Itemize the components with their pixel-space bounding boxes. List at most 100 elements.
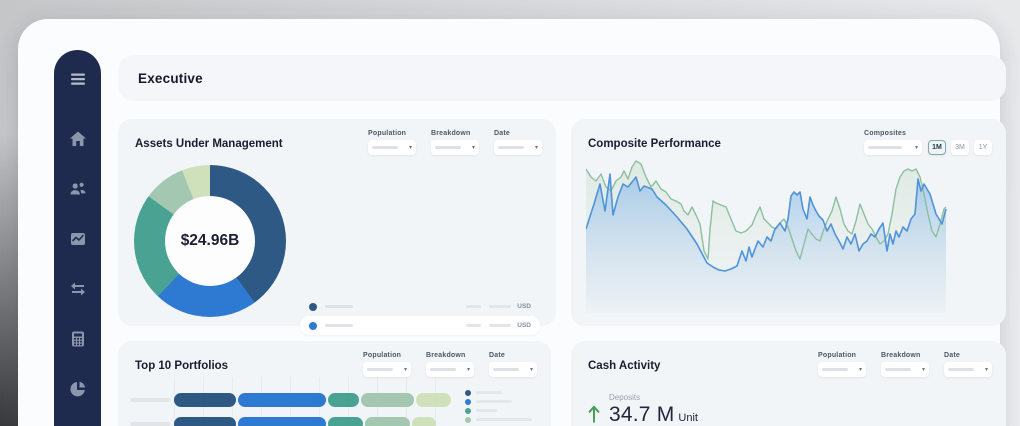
time-range-buttons: 1M 3M 1Y: [928, 140, 992, 155]
card-cash-activity: Cash Activity Population ▾ Breakdown ▾ D…: [571, 341, 1006, 426]
date-select[interactable]: ▾: [494, 140, 542, 155]
value-placeholder: [466, 305, 481, 308]
aum-donut-chart: $24.96B: [134, 165, 286, 317]
row-label-placeholder: [130, 398, 170, 402]
card-title: Cash Activity: [588, 360, 660, 372]
currency-label: USD: [517, 303, 531, 310]
legend-dot: [465, 417, 471, 423]
chevron-down-icon: ▾: [404, 367, 407, 373]
legend-dot: [465, 390, 471, 396]
page-title: Executive: [138, 71, 203, 86]
select-placeholder: [430, 368, 456, 371]
legend-label-placeholder: [476, 418, 532, 421]
select-placeholder: [435, 146, 461, 149]
aum-legend-row[interactable]: USD: [300, 316, 540, 335]
cash-filters: Population ▾ Breakdown ▾ Date ▾: [818, 352, 992, 377]
filter-label: Population: [818, 352, 866, 359]
legend-label-placeholder: [325, 305, 353, 308]
portfolios-legend-item: [465, 408, 532, 413]
transfers-icon[interactable]: [67, 278, 89, 300]
donut-hole: $24.96B: [165, 196, 255, 286]
aum-total-value: $24.96B: [181, 232, 240, 250]
select-placeholder: [372, 146, 398, 149]
select-placeholder: [367, 368, 393, 371]
breakdown-select[interactable]: ▾: [431, 140, 479, 155]
aum-legend-row[interactable]: USD: [300, 297, 540, 316]
arrow-up-icon: [587, 404, 601, 424]
portfolios-legend-item: [465, 390, 532, 395]
legend-dot: [465, 408, 471, 414]
legend-dot: [309, 322, 317, 330]
composite-line-chart: [586, 159, 948, 313]
chevron-down-icon: ▾: [859, 367, 862, 373]
card-assets-under-management: Assets Under Management Population ▾ Bre…: [118, 119, 556, 326]
population-select[interactable]: ▾: [368, 140, 416, 155]
select-placeholder: [822, 368, 848, 371]
aum-filters: Population ▾ Breakdown ▾ Date ▾: [368, 130, 542, 155]
filter-label: Date: [494, 130, 542, 137]
breakdown-select[interactable]: ▾: [426, 362, 474, 377]
legend-dot: [309, 303, 317, 311]
value-placeholder: [466, 324, 481, 327]
card-composite-performance: Composite Performance Composites ▾ 1M3M1…: [571, 119, 1006, 326]
bar-segment: [412, 417, 436, 426]
home-icon[interactable]: [67, 128, 89, 150]
portfolios-legend: [465, 390, 532, 426]
value-placeholder: [489, 324, 511, 327]
filter-date: Date ▾: [489, 352, 537, 377]
performance-chart-icon[interactable]: [67, 228, 89, 250]
value-placeholder: [489, 305, 511, 308]
deposits-metric: Deposits 34.7 M Unit: [587, 393, 698, 426]
portfolios-filters: Population ▾ Breakdown ▾ Date ▾: [363, 352, 537, 377]
filter-breakdown: Breakdown ▾: [881, 352, 929, 377]
filter-label: Breakdown: [881, 352, 929, 359]
breakdown-select[interactable]: ▾: [881, 362, 929, 377]
legend-label-placeholder: [476, 400, 512, 403]
chevron-down-icon: ▾: [915, 145, 918, 151]
filter-label: Date: [489, 352, 537, 359]
filter-label: Breakdown: [426, 352, 474, 359]
calculator-icon[interactable]: [67, 328, 89, 350]
deposits-unit: Unit: [678, 412, 698, 424]
blue-series-area: [586, 174, 946, 313]
card-title: Top 10 Portfolios: [135, 360, 228, 372]
chevron-down-icon: ▾: [535, 145, 538, 151]
filter-label: Population: [368, 130, 416, 137]
card-top-10-portfolios: Top 10 Portfolios Population ▾ Breakdown…: [118, 341, 551, 426]
select-placeholder: [498, 146, 524, 149]
legend-label-placeholder: [476, 409, 497, 412]
menu-icon[interactable]: [67, 68, 89, 90]
bar-segment: [174, 417, 236, 426]
filter-population: Population ▾: [363, 352, 411, 377]
filter-date: Date ▾: [494, 130, 542, 155]
bar-segment: [361, 393, 414, 407]
chevron-down-icon: ▾: [467, 367, 470, 373]
chevron-down-icon: ▾: [922, 367, 925, 373]
bar-segment: [365, 417, 410, 426]
filter-label: Composites: [864, 130, 922, 137]
deposits-label: Deposits: [609, 393, 698, 402]
select-placeholder: [948, 368, 974, 371]
filter-breakdown: Breakdown ▾: [431, 130, 479, 155]
bar-segment: [238, 393, 326, 407]
filter-breakdown: Breakdown ▾: [426, 352, 474, 377]
chevron-down-icon: ▾: [409, 145, 412, 151]
clients-icon[interactable]: [67, 178, 89, 200]
population-select[interactable]: ▾: [363, 362, 411, 377]
card-title: Composite Performance: [588, 138, 721, 150]
bar-segment: [238, 417, 326, 426]
range-button-3m[interactable]: 3M: [951, 140, 969, 155]
select-placeholder: [493, 368, 519, 371]
composites-select[interactable]: ▾: [864, 140, 922, 155]
legend-label-placeholder: [325, 324, 353, 327]
row-label-placeholder: [130, 422, 170, 426]
population-select[interactable]: ▾: [818, 362, 866, 377]
allocation-pie-icon[interactable]: [67, 378, 89, 400]
date-select[interactable]: ▾: [944, 362, 992, 377]
range-button-1m[interactable]: 1M: [928, 140, 946, 155]
page-header: Executive: [118, 55, 1006, 101]
range-button-1y[interactable]: 1Y: [974, 140, 992, 155]
date-select[interactable]: ▾: [489, 362, 537, 377]
bar-segment: [328, 417, 363, 426]
filter-label: Population: [363, 352, 411, 359]
